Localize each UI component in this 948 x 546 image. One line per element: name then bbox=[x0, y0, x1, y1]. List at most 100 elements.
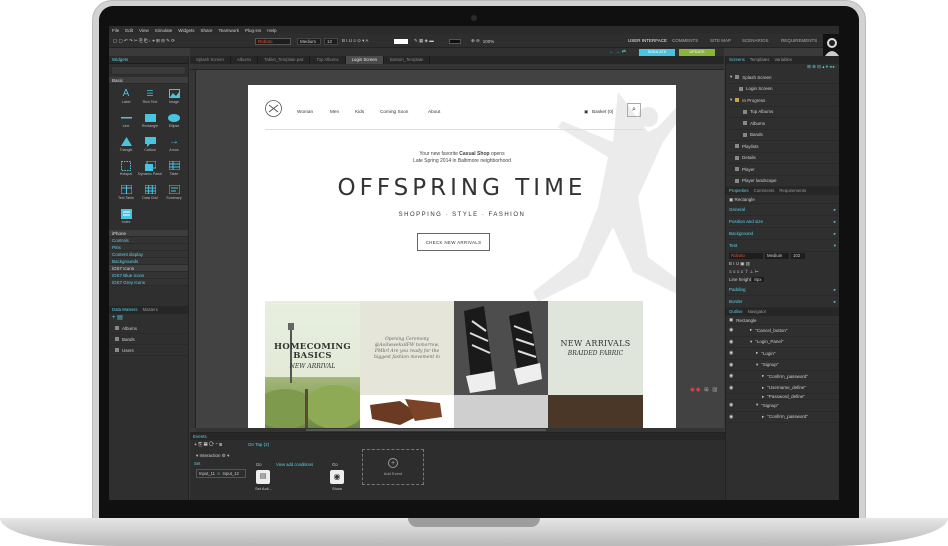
tab-data-masters[interactable]: Data Masters bbox=[112, 307, 138, 313]
category-content-display[interactable]: Content display bbox=[109, 251, 188, 258]
master-item[interactable]: Albums bbox=[109, 323, 188, 334]
screens-toolbar-icons[interactable]: ⊞ ⊕ ⊟ ▴ ▾ ◂ ▸ bbox=[726, 64, 839, 72]
outline-item[interactable]: ◉ ▾ "Login_Panel" bbox=[726, 337, 839, 348]
widget-image[interactable]: Image bbox=[162, 86, 186, 108]
text-align-icons[interactable]: ≡ ≡ ≡ ≡ ⊤ ⊥ ⊢ bbox=[726, 268, 839, 276]
eye-icon[interactable]: ◉ bbox=[729, 373, 737, 379]
eye-icon[interactable]: ◉ bbox=[729, 350, 737, 356]
tile-new-arrivals[interactable]: NEW ARRIVALS BRAIDED FABRIC bbox=[548, 301, 643, 395]
tile-opening-ceremony[interactable]: Opening Ceremony @Aoilwwekx8FW tomorrow,… bbox=[360, 301, 454, 395]
menu-edit[interactable]: Edit bbox=[125, 28, 133, 33]
screen-item[interactable]: Player landscape bbox=[726, 176, 839, 187]
outline-item[interactable]: ◉ ▸ "Cancel_button" bbox=[726, 325, 839, 337]
add-master-icon[interactable]: + ▤ bbox=[109, 314, 188, 323]
fill-swatch[interactable] bbox=[394, 37, 408, 45]
widget-hotspot[interactable]: Hotspot bbox=[114, 158, 138, 180]
widget-text-table[interactable]: Text Table bbox=[114, 182, 138, 204]
basket-link[interactable]: Basket (0) bbox=[592, 109, 613, 114]
prop-background[interactable]: Background ▸ bbox=[726, 228, 839, 240]
category-ios7-grey-icons[interactable]: iOS7 Grey Icons bbox=[109, 279, 188, 286]
tile-grey[interactable] bbox=[454, 395, 548, 428]
widget-arrow[interactable]: → Arrow bbox=[162, 134, 186, 156]
tab-comments[interactable]: COMMENTS bbox=[672, 38, 698, 43]
widget-table[interactable]: Table bbox=[162, 158, 186, 180]
menu-view[interactable]: View bbox=[139, 28, 149, 33]
outline-item[interactable]: ◉ ▸ "Login" bbox=[726, 348, 839, 360]
simulate-button[interactable]: SIMULATE bbox=[639, 49, 675, 56]
widget-summary[interactable]: Summary bbox=[162, 182, 186, 204]
tab-prop-requirements[interactable]: Requirements bbox=[779, 188, 806, 194]
widget-rich-text[interactable]: ☰ Rich Text bbox=[138, 86, 162, 108]
widget-callout[interactable]: Callout bbox=[138, 134, 162, 156]
outline-item[interactable]: ◉ ▸ "Username_define" bbox=[726, 383, 839, 394]
prop-weight-select[interactable]: Medium bbox=[765, 253, 789, 259]
menu-help[interactable]: Help bbox=[267, 28, 276, 33]
interaction-label[interactable]: ▾ Interaction ⚙ ▾ bbox=[196, 453, 229, 459]
category-basic[interactable]: Basic bbox=[109, 77, 188, 84]
tab-prop-comments[interactable]: Comments bbox=[754, 188, 775, 194]
input-chain[interactable]: Input_11 ⊙ Input_12 bbox=[196, 469, 246, 478]
menu-teamwork[interactable]: Teamwork bbox=[219, 28, 240, 33]
prop-general[interactable]: General ▸ bbox=[726, 204, 839, 216]
widget-rectangle[interactable]: Rectangle bbox=[138, 110, 162, 132]
widget-ellipse[interactable]: Ellipse bbox=[162, 110, 186, 132]
tab-outline[interactable]: Outline bbox=[729, 309, 743, 315]
outline-item[interactable]: ◉ ▾ "Signup" bbox=[726, 360, 839, 371]
widget-triangle[interactable]: Triangle bbox=[114, 134, 138, 156]
design-canvas[interactable]: Woman Men Kids Coming Soon About ▣ Baske… bbox=[196, 70, 724, 428]
nav-about[interactable]: About bbox=[428, 109, 440, 114]
set-action-icon[interactable]: ▤ bbox=[256, 470, 270, 484]
widget-label[interactable]: A Label bbox=[114, 86, 138, 108]
category-pins[interactable]: Pins bbox=[109, 244, 188, 251]
category-iphone[interactable]: iPhone bbox=[109, 230, 188, 237]
widget-data-grid[interactable]: Data Grid bbox=[138, 182, 162, 204]
eye-icon[interactable]: ◉ bbox=[729, 327, 737, 333]
tab-properties[interactable]: Properties bbox=[729, 188, 749, 194]
outline-item[interactable]: ◉ ▸ "Confirm_password" bbox=[726, 371, 839, 383]
shape-swatch[interactable] bbox=[449, 37, 461, 45]
tool-icons[interactable]: ▢ ▢ ↶ ↷ ✂ ⎘ ⎗ ↓ ⌖ ⊞ ⊟ ✎ ⟳ bbox=[113, 37, 175, 45]
menu-plugins[interactable]: Plug-ins bbox=[245, 28, 261, 33]
tile-homecoming[interactable]: HOMECOMING BASICS NEW ARRIVAL bbox=[265, 301, 360, 428]
widget-dynamic-panel[interactable]: Dynamic Panel bbox=[138, 158, 162, 180]
eye-icon[interactable]: ◉ bbox=[729, 385, 737, 391]
screen-item[interactable]: Details bbox=[726, 153, 839, 164]
widget-line[interactable]: Line bbox=[114, 110, 138, 132]
prop-position-size[interactable]: Position and size ▸ bbox=[726, 216, 839, 228]
prop-padding[interactable]: Padding ▸ bbox=[726, 284, 839, 296]
check-new-arrivals-button[interactable]: CHECK NEW ARRIVALS bbox=[417, 233, 490, 251]
prop-font-select[interactable]: Roboto bbox=[729, 253, 763, 259]
user-avatar[interactable] bbox=[823, 34, 839, 56]
tab-navigator[interactable]: Navigator bbox=[748, 309, 766, 315]
nav-arrows-icon[interactable]: ← → ⇄ bbox=[609, 49, 626, 55]
format-icons[interactable]: B I U ≡ ⊙ ▾ A bbox=[342, 37, 368, 45]
view-conditions-link[interactable]: View add conditions bbox=[276, 462, 313, 467]
events-toolbar-icons[interactable]: + ⎘ ▦ ⟳ ▿ ⊞ bbox=[194, 442, 222, 448]
outline-item[interactable]: ◉ ▸ "Confirm_password" bbox=[726, 412, 839, 423]
menu-widgets[interactable]: Widgets bbox=[178, 28, 194, 33]
widget-search-input[interactable] bbox=[111, 66, 186, 75]
eye-icon[interactable]: ◉ bbox=[729, 362, 737, 368]
font-select[interactable]: Roboto bbox=[255, 37, 291, 45]
nav-kids[interactable]: Kids bbox=[355, 109, 364, 114]
tile-fabric[interactable] bbox=[548, 395, 643, 428]
screen-item[interactable]: Bands bbox=[726, 130, 839, 141]
tab-requirements[interactable]: REQUIREMENTS bbox=[781, 38, 817, 43]
search-icon[interactable]: ⌕ bbox=[627, 103, 641, 117]
basket-icon[interactable]: ▣ bbox=[584, 109, 588, 115]
prop-size-select[interactable]: 102 bbox=[791, 253, 805, 259]
tile-shoes-brown[interactable] bbox=[360, 395, 454, 428]
category-controls[interactable]: Controls bbox=[109, 237, 188, 244]
size-select[interactable]: 12 bbox=[324, 37, 338, 45]
widget-name-field[interactable]: ▣ Rectangle bbox=[726, 195, 839, 204]
screen-item[interactable]: Player bbox=[726, 164, 839, 176]
stroke-icons[interactable]: ✎ ▦ ◈ ▬ bbox=[414, 37, 434, 45]
folder-item[interactable]: ▾ In Progress bbox=[726, 95, 839, 107]
tab-templates[interactable]: Templates bbox=[750, 57, 770, 63]
tab-screens[interactable]: Screens bbox=[729, 57, 745, 63]
add-event-button[interactable]: + Add Event bbox=[362, 449, 424, 485]
tab-scenarios[interactable]: SCENARIOS bbox=[742, 38, 769, 43]
doc-tab[interactable]: Top Albums bbox=[310, 56, 346, 64]
eye-icon[interactable]: ◉ bbox=[729, 402, 737, 408]
text-style-icons[interactable]: B I U ▣ ▥ bbox=[726, 260, 839, 268]
